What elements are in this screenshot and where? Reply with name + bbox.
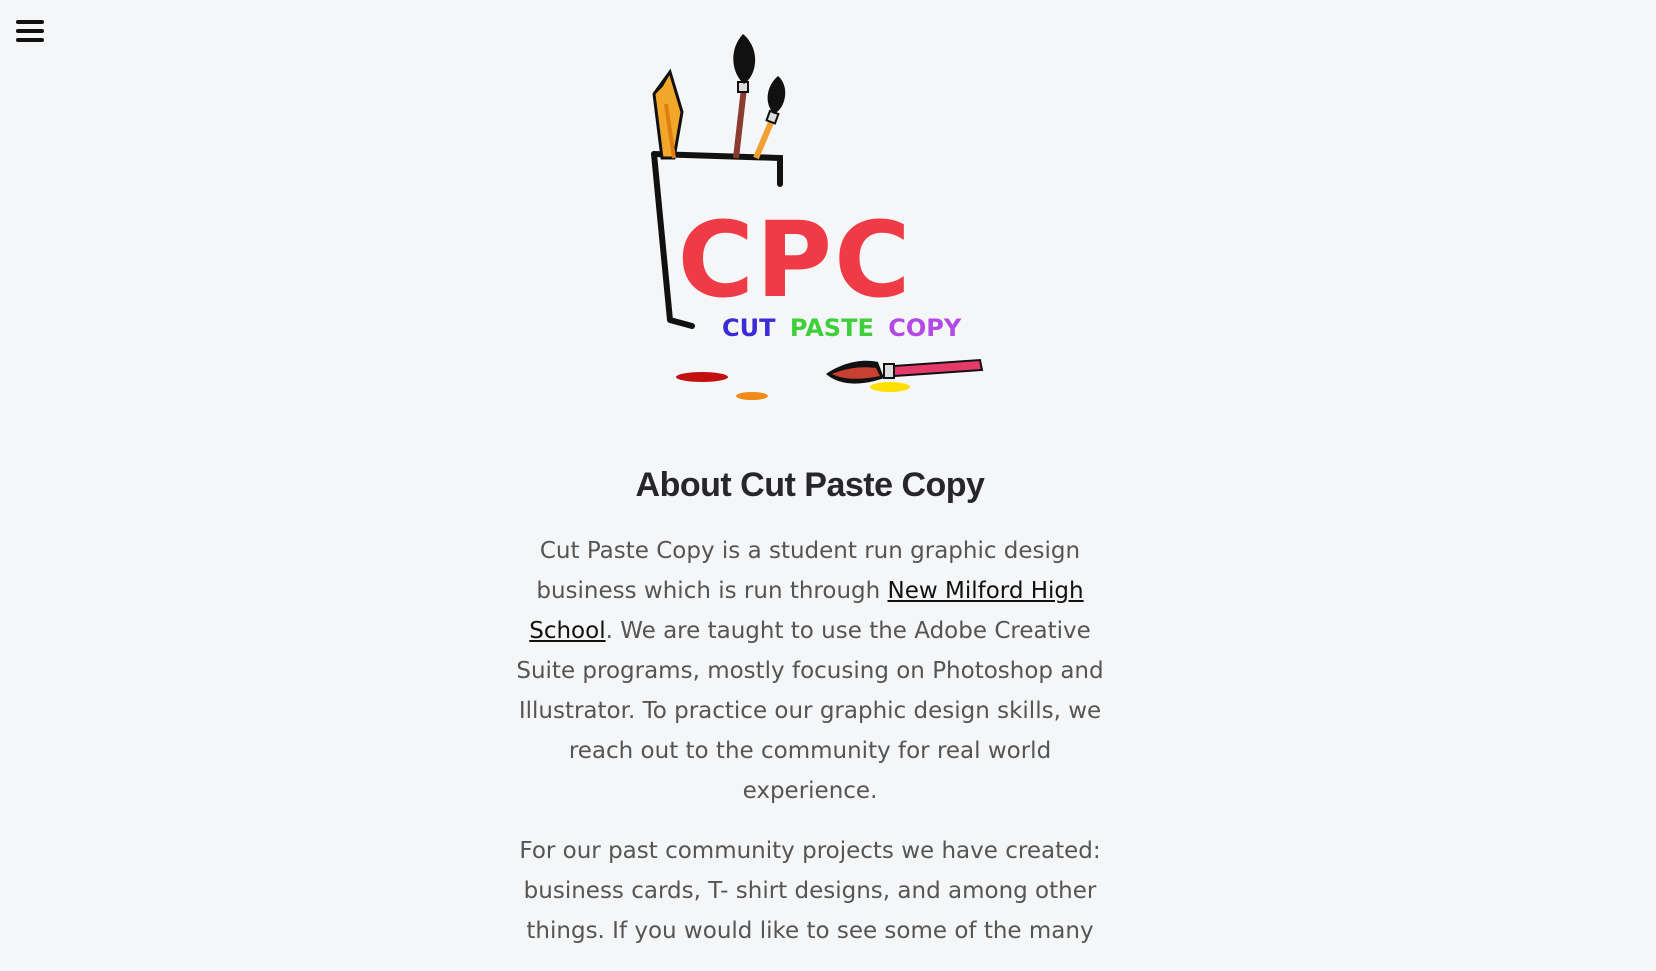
pencil-icon <box>652 68 684 160</box>
paintbrush-horizontal-icon <box>826 358 984 384</box>
logo-artwork: CPC CUT PASTE COPY <box>651 34 984 400</box>
paintbrush-icon <box>733 34 756 159</box>
paint-splotch-yellow <box>870 382 910 392</box>
hamburger-menu-button[interactable] <box>16 20 44 44</box>
page-title: About Cut Paste Copy <box>635 466 985 504</box>
logo-word-copy: COPY <box>888 314 962 342</box>
svg-text:CUT PASTE COPY: CUT PASTE COPY <box>722 314 962 342</box>
cpc-logo: CPC CUT PASTE COPY <box>640 24 990 424</box>
logo-word-paste: PASTE <box>790 314 874 342</box>
logo-word-cut: CUT <box>722 314 776 342</box>
paintbrush-small-icon <box>753 76 786 160</box>
about-paragraph-1: Cut Paste Copy is a student run graphic … <box>510 531 1110 811</box>
about-paragraph-2: For our past community projects we have … <box>519 838 1101 944</box>
paint-splotch-red <box>676 372 728 382</box>
about-p1-text-continued: . We are taught to use the Adobe Creativ… <box>516 618 1104 804</box>
logo-monogram: CPC <box>678 199 913 321</box>
about-section: About Cut Paste Copy Cut Paste Copy is a… <box>510 466 1110 971</box>
hamburger-icon <box>16 20 44 24</box>
paint-splotch-orange <box>736 392 768 400</box>
